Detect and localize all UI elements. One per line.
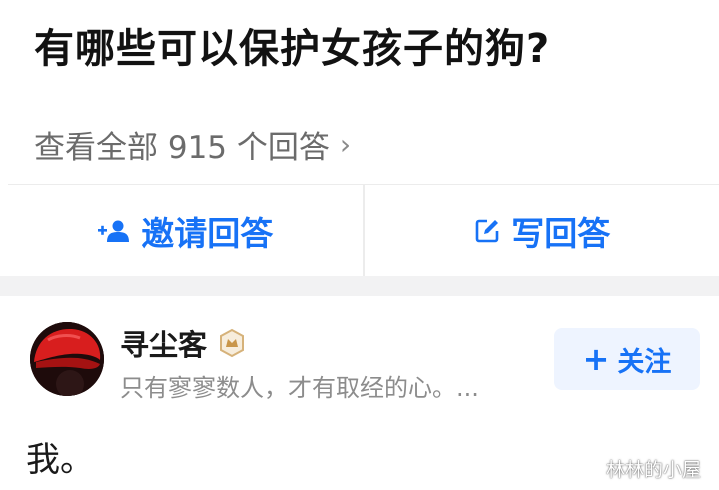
plus-icon: +	[582, 340, 610, 378]
author-name-row[interactable]: 寻尘客	[120, 322, 247, 364]
invite-answer-label: 邀请回答	[141, 214, 274, 253]
invite-answer-button[interactable]: 邀请回答	[8, 185, 365, 277]
avatar[interactable]	[30, 322, 104, 396]
question-title: 有哪些可以保护女孩子的狗?	[34, 26, 551, 72]
edit-icon	[473, 217, 501, 245]
certified-badge-icon	[217, 328, 247, 358]
view-all-answers-label: 查看全部 915 个回答	[34, 130, 330, 166]
answer-actions-bar: 邀请回答 写回答	[8, 184, 719, 277]
chevron-right-icon: ›	[339, 128, 352, 161]
author-bio: 只有寥寥数人，才有取经的心。...	[120, 374, 479, 402]
write-answer-label: 写回答	[511, 214, 611, 253]
answer-content: 我。	[26, 440, 94, 480]
author-name: 寻尘客	[120, 328, 208, 362]
section-divider	[0, 276, 719, 296]
invite-person-icon	[97, 219, 131, 243]
view-all-answers-link[interactable]: 查看全部 915 个回答 ›	[34, 122, 351, 167]
watermark: 林林的小屋	[606, 459, 702, 481]
follow-label: 关注	[617, 346, 672, 378]
follow-button[interactable]: + 关注	[554, 328, 700, 390]
write-answer-button[interactable]: 写回答	[365, 185, 719, 277]
